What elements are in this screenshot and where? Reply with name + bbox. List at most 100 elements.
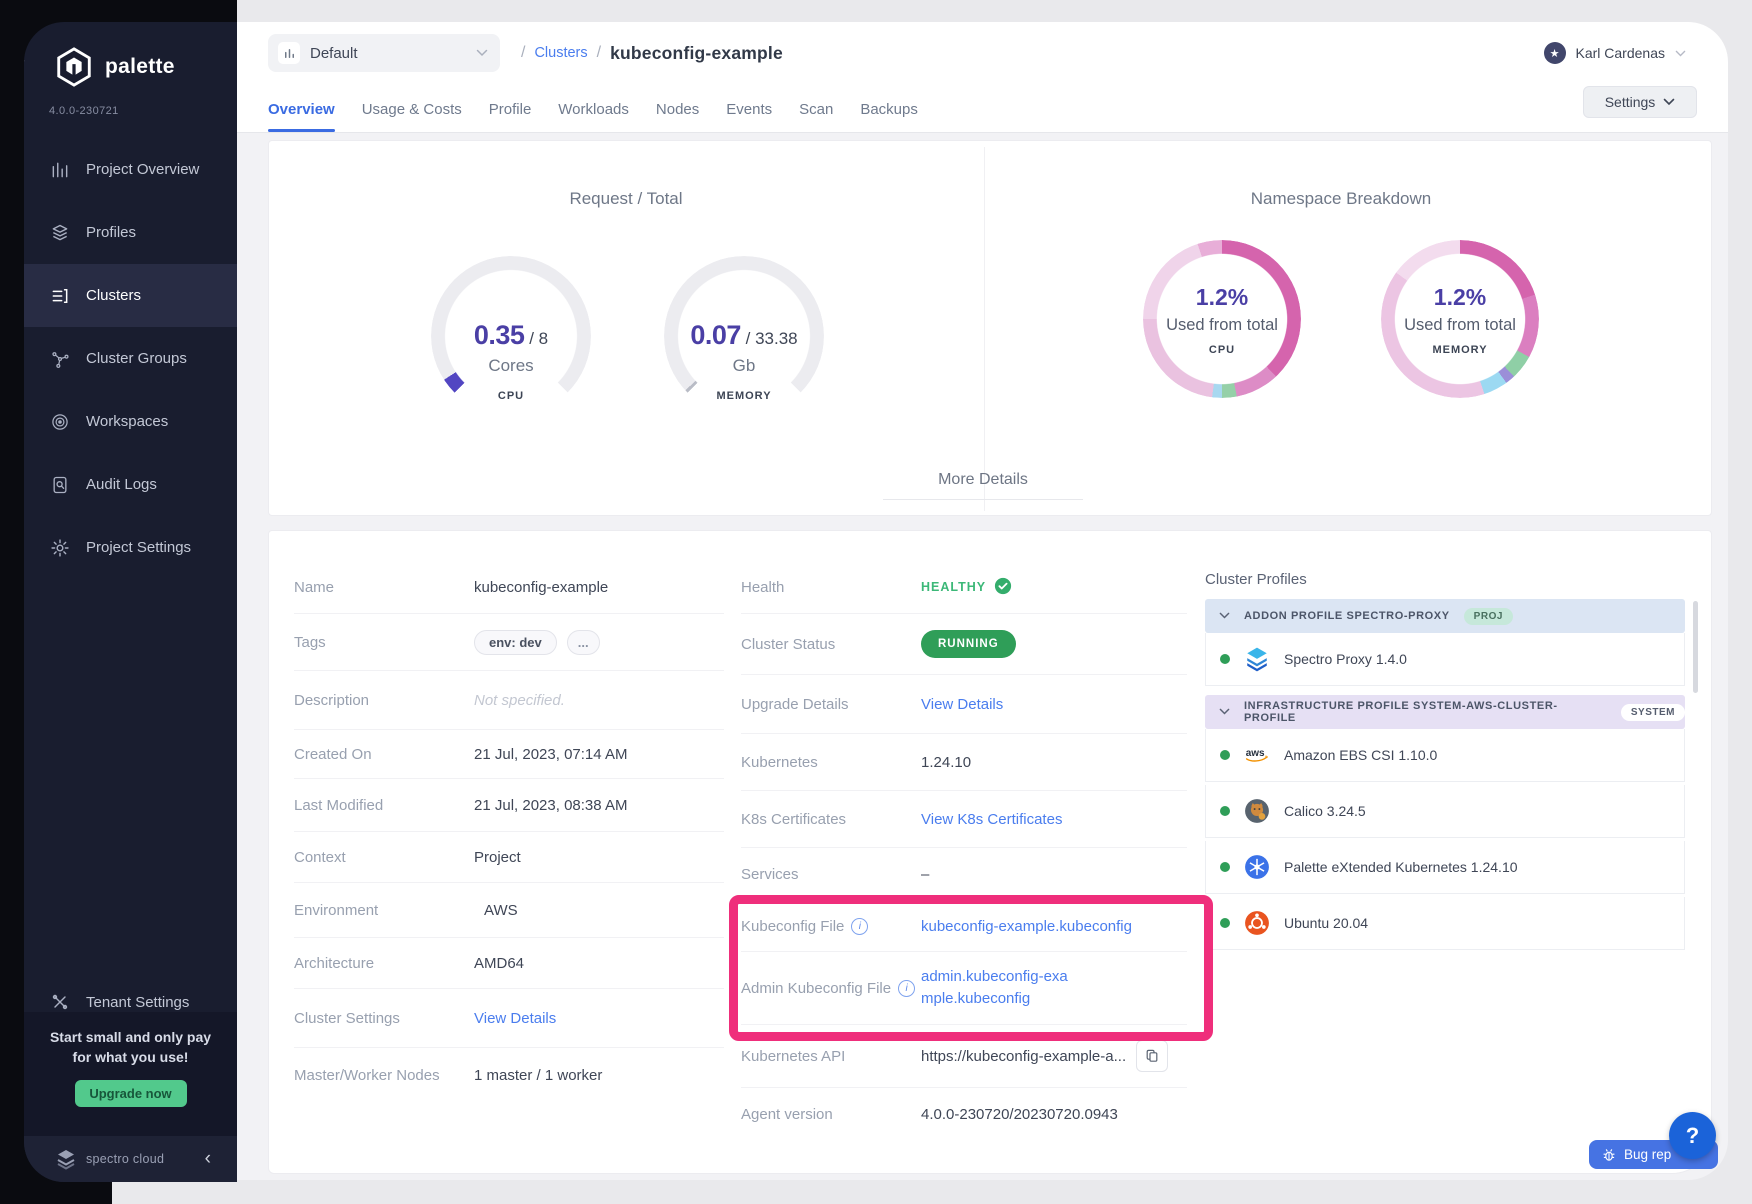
sidebar-item-label: Clusters	[86, 287, 141, 304]
cluster-profiles-panel: ADDON PROFILE SPECTRO-PROXYPROJSpectro P…	[1205, 599, 1685, 953]
sidebar-item-project-settings[interactable]: Project Settings	[24, 516, 237, 579]
detail-row-health: HealthHEALTHY	[741, 561, 1187, 614]
detail-label: K8s Certificates	[741, 811, 921, 828]
bug-report-label: Bug rep	[1624, 1147, 1671, 1162]
gauge-value: 0.35 / 8	[431, 320, 591, 351]
profile-layer-spectro-proxy-1-4-0[interactable]: Spectro Proxy 1.4.0	[1205, 633, 1685, 686]
app-header: Default / Clusters / kubeconfig-example …	[237, 22, 1728, 132]
kubeconfig-file-link[interactable]: kubeconfig-example.kubeconfig	[921, 918, 1132, 935]
clusters-icon	[50, 286, 70, 306]
profile-group-header-proj[interactable]: ADDON PROFILE SPECTRO-PROXYPROJ	[1205, 599, 1685, 633]
breadcrumb-clusters-link[interactable]: Clusters	[534, 45, 587, 61]
info-icon[interactable]: i	[898, 980, 915, 997]
profiles-scrollbar-thumb[interactable]	[1693, 601, 1698, 693]
status-dot	[1220, 806, 1230, 816]
profile-layer-calico-3-24-5[interactable]: Calico 3.24.5	[1205, 785, 1685, 838]
card-divider	[984, 147, 985, 511]
chevron-down-icon	[1675, 44, 1686, 62]
app-version: 4.0.0-230721	[49, 105, 119, 117]
tab-events[interactable]: Events	[726, 86, 772, 132]
detail-value: Project	[474, 849, 521, 866]
aws-logo-icon: aws	[1244, 742, 1270, 768]
detail-label: Admin Kubeconfig Filei	[741, 980, 921, 997]
breadcrumb-separator: /	[521, 44, 525, 62]
tab-overview[interactable]: Overview	[268, 86, 335, 132]
settings-button[interactable]: Settings	[1583, 86, 1697, 118]
sidebar-item-profiles[interactable]: Profiles	[24, 201, 237, 264]
scope-badge: PROJ	[1464, 608, 1513, 625]
sidebar-item-cluster-groups[interactable]: Cluster Groups	[24, 327, 237, 390]
profile-layer-palette-extended-kubernetes-1-24-10[interactable]: Palette eXtended Kubernetes 1.24.10	[1205, 841, 1685, 894]
detail-row-kubeconfig-file: Kubeconfig Fileikubeconfig-example.kubec…	[741, 901, 1187, 952]
profile-layer-amazon-ebs-csi-1-10-0[interactable]: awsAmazon EBS CSI 1.10.0	[1205, 729, 1685, 782]
chevron-down-icon	[1219, 610, 1230, 622]
detail-row-kubernetes-api: Kubernetes APIhttps://kubeconfig-example…	[741, 1025, 1187, 1088]
request-total-title: Request / Total	[466, 189, 786, 209]
more-details-button[interactable]: More Details	[883, 471, 1083, 500]
tab-profile[interactable]: Profile	[489, 86, 532, 132]
project-selector[interactable]: Default	[268, 34, 500, 72]
detail-value: 21 Jul, 2023, 07:14 AM	[474, 746, 627, 763]
chevron-down-icon	[476, 44, 488, 62]
detail-label: Master/Worker Nodes	[294, 1067, 474, 1084]
info-icon[interactable]: i	[851, 918, 868, 935]
detail-label: Kubeconfig Filei	[741, 918, 921, 935]
upgrade-promo: Start small and only pay for what you us…	[24, 1012, 237, 1136]
detail-label: Environment	[294, 902, 474, 919]
logo-wordmark: palette	[105, 55, 175, 79]
status-badge: RUNNING	[921, 630, 1016, 658]
namespace-breakdown-title: Namespace Breakdown	[1181, 189, 1501, 209]
sidebar-item-label: Profiles	[86, 224, 136, 241]
breadcrumb-current: kubeconfig-example	[610, 43, 783, 64]
breadcrumb: / Clusters / kubeconfig-example	[521, 22, 783, 84]
user-menu[interactable]: ★ Karl Cardenas	[1544, 22, 1687, 84]
help-button[interactable]: ?	[1669, 1112, 1716, 1159]
sidebar-item-project-overview[interactable]: Project Overview	[24, 138, 237, 201]
detail-row-k8s-certificates: K8s CertificatesView K8s Certificates	[741, 791, 1187, 848]
profile-layer-ubuntu-20-04[interactable]: Ubuntu 20.04	[1205, 897, 1685, 950]
copy-button[interactable]	[1136, 1040, 1168, 1072]
workspaces-icon	[50, 412, 70, 432]
tab-workloads[interactable]: Workloads	[558, 86, 629, 132]
upgrade-details-link[interactable]: View Details	[921, 696, 1003, 713]
sidebar-collapse-chevron[interactable]: ‹	[205, 1148, 211, 1170]
svg-text:aws: aws	[1246, 748, 1265, 759]
detail-value: 1.24.10	[921, 754, 971, 771]
detail-label: Created On	[294, 746, 474, 763]
detail-label: Description	[294, 692, 474, 709]
donut-subtext: Used from total	[1143, 316, 1301, 335]
detail-row-last-modified: Last Modified21 Jul, 2023, 08:38 AM	[294, 779, 724, 832]
cluster-settings-link[interactable]: View Details	[474, 1010, 556, 1027]
detail-row-created-on: Created On21 Jul, 2023, 07:14 AM	[294, 730, 724, 779]
tab-scan[interactable]: Scan	[799, 86, 833, 132]
sidebar-item-label: Project Overview	[86, 161, 199, 178]
overview-charts-card: Request / Total 0.35 / 8CoresCPU 0.07 / …	[268, 140, 1712, 516]
detail-label: Cluster Status	[741, 636, 921, 653]
sidebar-item-workspaces[interactable]: Workspaces	[24, 390, 237, 453]
tag-chip[interactable]: ...	[567, 630, 600, 655]
detail-label: Health	[741, 579, 921, 596]
k8s-certificates-link[interactable]: View K8s Certificates	[921, 811, 1062, 828]
detail-value: 1 master / 1 worker	[474, 1067, 602, 1084]
detail-label: Tags	[294, 634, 474, 651]
donut-percentage: 1.2%	[1143, 284, 1301, 311]
tag-chip[interactable]: env: dev	[474, 630, 557, 655]
detail-value: awsAWS	[474, 902, 518, 919]
detail-row-cluster-settings: Cluster SettingsView Details	[294, 989, 724, 1048]
detail-value: View Details	[474, 1010, 556, 1027]
tab-nodes[interactable]: Nodes	[656, 86, 699, 132]
cluster-groups-icon	[50, 349, 70, 369]
project-settings-icon	[50, 538, 70, 558]
upgrade-now-button[interactable]: Upgrade now	[75, 1080, 187, 1107]
scope-badge: SYSTEM	[1621, 704, 1685, 721]
sidebar-item-clusters[interactable]: Clusters	[24, 264, 237, 327]
admin-kubeconfig-file-link[interactable]: admin.kubeconfig-example.kubeconfig	[921, 966, 1071, 1011]
breadcrumb-separator: /	[597, 44, 601, 62]
sidebar-item-label: Project Settings	[86, 539, 191, 556]
tab-backups[interactable]: Backups	[860, 86, 918, 132]
profile-group-header-system[interactable]: INFRASTRUCTURE PROFILE SYSTEM-AWS-CLUSTE…	[1205, 695, 1685, 729]
detail-label: Name	[294, 579, 474, 596]
tab-usage-costs[interactable]: Usage & Costs	[362, 86, 462, 132]
sidebar-item-audit-logs[interactable]: Audit Logs	[24, 453, 237, 516]
detail-row-description: DescriptionNot specified.	[294, 671, 724, 730]
